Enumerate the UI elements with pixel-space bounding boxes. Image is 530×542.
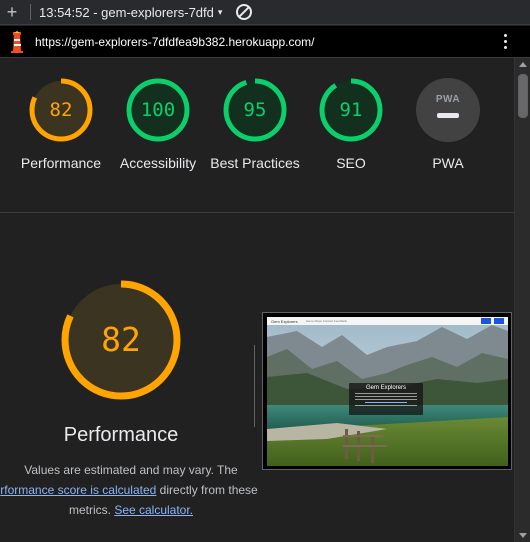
hero-text-line	[355, 399, 417, 400]
screenshot-image: Gem Explorers Home Maps Contact Feedback…	[267, 317, 508, 466]
gauge-score: 82	[49, 99, 73, 121]
gauge-ring: 100	[126, 78, 190, 142]
scrollbar[interactable]	[514, 58, 530, 542]
screenshot-nav-button	[494, 318, 504, 324]
gauge-score: 91	[339, 99, 363, 121]
hero-text-line	[355, 393, 417, 394]
gauge-ring: 91	[319, 78, 383, 142]
gauge-label: Performance	[20, 155, 102, 171]
see-calculator-link[interactable]: See calculator.	[114, 503, 193, 517]
report-url-bar: https://gem-explorers-7dfdfea9b382.herok…	[0, 26, 530, 58]
chevron-down-icon[interactable]: ▾	[218, 7, 223, 18]
devtools-toolbar: + 13:54:52 - gem-explorers-7dfd ▾	[0, 0, 530, 25]
hero-text-line	[355, 396, 417, 397]
clear-icon[interactable]	[236, 4, 253, 20]
lighthouse-logo-icon	[8, 30, 26, 53]
gauge-label: PWA	[432, 155, 464, 171]
performance-gauge-large: 82	[60, 279, 182, 401]
new-report-button[interactable]: +	[0, 0, 24, 24]
gauge-label: SEO	[336, 155, 366, 171]
screenshot-brand: Gem Explorers	[271, 318, 298, 324]
scroll-down-icon[interactable]	[519, 533, 527, 538]
note-line-1: Values are estimated and may vary. The	[24, 463, 238, 477]
gauge-label: Best Practices	[210, 155, 300, 171]
gauge-seo[interactable]: 91 SEO	[301, 78, 401, 173]
hero-link-line	[365, 402, 407, 403]
score-calculated-link[interactable]: rformance score is calculated	[0, 483, 156, 497]
gauge-ring: 82	[29, 78, 93, 142]
gauge-accessibility[interactable]: 100 Accessibility	[108, 78, 208, 173]
screenshot-nav-button	[481, 318, 491, 324]
screenshot-navbar: Gem Explorers Home Maps Contact Feedback	[267, 317, 508, 325]
gauge-label: Accessibility	[119, 155, 197, 171]
hero-text-line	[355, 405, 417, 406]
gauge-best-practices[interactable]: 95 Best Practices	[205, 78, 305, 173]
gauge-pwa[interactable]: PWA PWA	[398, 78, 498, 173]
gauge-score: 95	[243, 99, 267, 121]
screenshot-hero-title: Gem Explorers	[365, 385, 406, 391]
report-selector[interactable]: 13:54:52 - gem-explorers-7dfd	[39, 5, 214, 20]
gauge-performance[interactable]: 82 Performance	[11, 78, 111, 173]
performance-score: 82	[101, 320, 141, 359]
more-options-icon[interactable]	[504, 34, 508, 49]
screenshot-nav-links: Home Maps Contact Feedback	[305, 319, 348, 323]
screenshot-hero-card: Gem Explorers	[349, 383, 423, 415]
gauge-score: 100	[140, 99, 176, 121]
pwa-badge-text: PWA	[435, 94, 461, 105]
pwa-dash	[437, 113, 459, 118]
report-url: https://gem-explorers-7dfdfea9b382.herok…	[35, 34, 315, 49]
final-screenshot[interactable]: Gem Explorers Home Maps Contact Feedback…	[262, 312, 512, 470]
note-line-2-tail: directly from these	[156, 483, 258, 497]
score-summary: 82 Performance 100 Accessibility 95 Best…	[0, 58, 514, 213]
toolbar-divider	[30, 4, 31, 20]
performance-note: Values are estimated and may vary. The r…	[0, 460, 262, 520]
note-line-3-prefix: metrics.	[68, 503, 115, 517]
vertical-divider	[254, 345, 255, 427]
gauge-ring: 95	[223, 78, 287, 142]
scrollbar-thumb[interactable]	[518, 74, 528, 118]
scroll-up-icon[interactable]	[519, 62, 527, 67]
performance-heading: Performance	[63, 424, 179, 446]
pwa-badge-icon: PWA	[416, 78, 480, 142]
